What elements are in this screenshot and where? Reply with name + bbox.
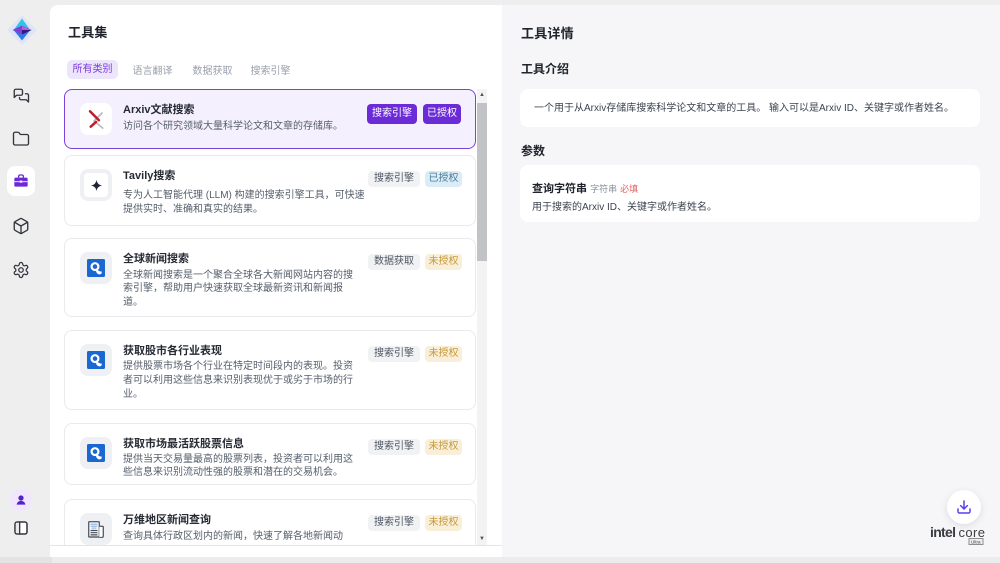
svg-text:Ultra: Ultra bbox=[971, 539, 981, 544]
svg-text:core: core bbox=[959, 525, 986, 540]
svg-text:intel: intel bbox=[930, 524, 955, 540]
